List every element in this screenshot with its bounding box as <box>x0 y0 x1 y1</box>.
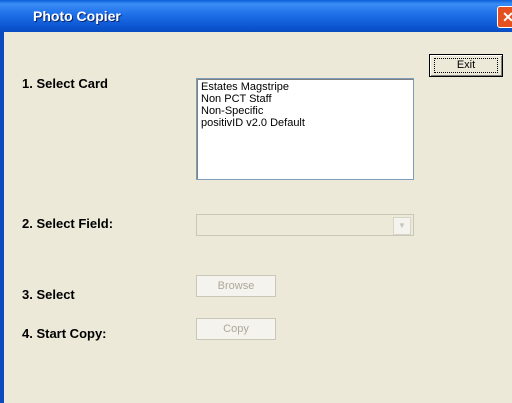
card-listbox[interactable]: Estates Magstripe Non PCT Staff Non-Spec… <box>196 78 414 180</box>
copy-button[interactable]: Copy <box>196 318 276 340</box>
window-title: Photo Copier <box>33 8 121 24</box>
browse-button-label: Browse <box>217 280 255 292</box>
focus-rect <box>434 58 498 73</box>
select-field-label: 2. Select Field: <box>22 216 114 231</box>
close-button[interactable]: ✕ <box>497 6 512 28</box>
start-copy-label: 4. Start Copy: <box>22 326 107 341</box>
chevron-down-icon[interactable]: ▼ <box>393 217 411 235</box>
card-list-item[interactable]: Estates Magstripe <box>197 81 413 93</box>
select-card-label: 1. Select Card <box>22 76 108 91</box>
exit-button[interactable]: Exit <box>429 54 503 77</box>
field-combobox[interactable]: ▼ <box>196 214 414 236</box>
close-icon: ✕ <box>502 9 512 25</box>
copy-button-label: Copy <box>223 323 249 335</box>
card-list-item[interactable]: Non-Specific <box>197 105 413 117</box>
select-label: 3. Select <box>22 287 75 302</box>
card-list-item[interactable]: Non PCT Staff <box>197 93 413 105</box>
title-bar[interactable]: Photo Copier ✕ <box>0 0 512 32</box>
card-list-item[interactable]: positivID v2.0 Default <box>197 117 413 129</box>
photo-copier-window: Photo Copier ✕ 1. Select Card Exit Estat… <box>0 0 512 403</box>
browse-button[interactable]: Browse <box>196 275 276 297</box>
window-frame-left <box>0 32 4 403</box>
